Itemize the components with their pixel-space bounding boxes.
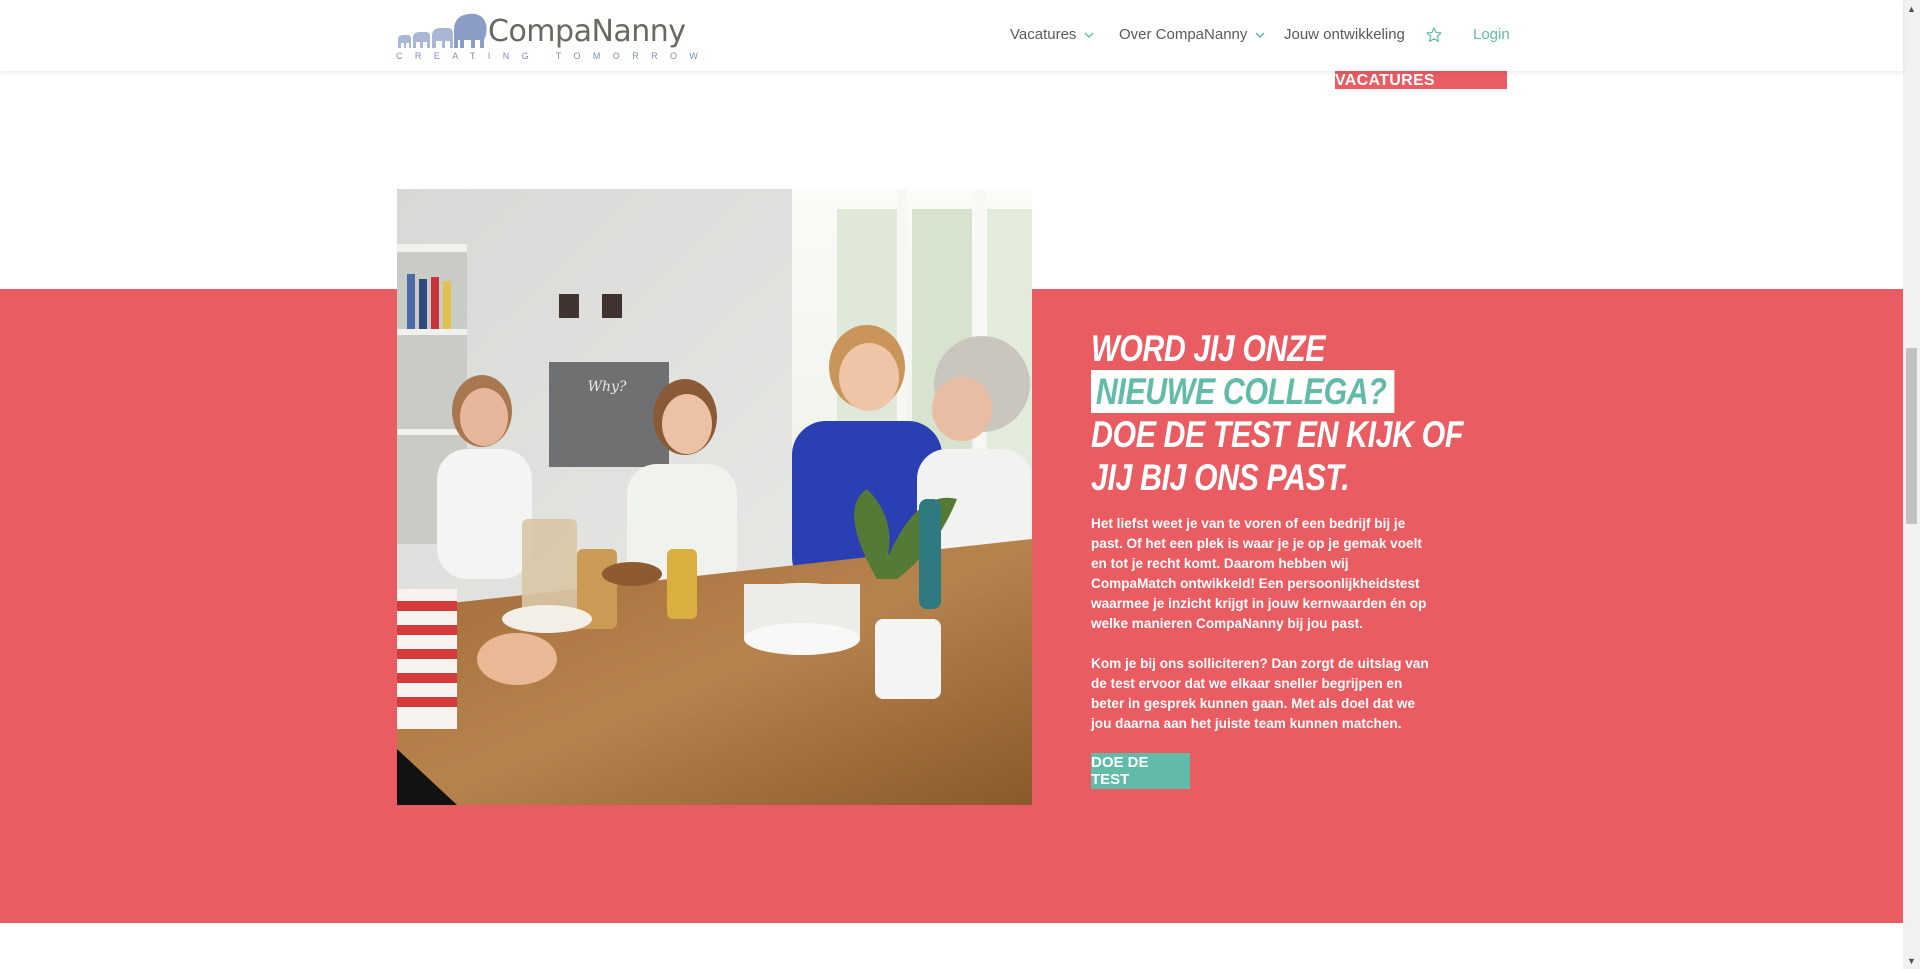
elephant-logo-icon <box>398 13 487 48</box>
headline-highlight: NIEUWE COLLEGA? <box>1091 370 1395 413</box>
nav-item-jouw-ontwikkeling[interactable]: Jouw ontwikkeling <box>1284 26 1405 43</box>
collega-headline: WORD JIJ ONZE NIEUWE COLLEGA? DOE DE TES… <box>1091 327 1463 499</box>
nav-item-over-companny[interactable]: Over CompaNanny <box>1119 26 1267 43</box>
scroll-up-arrow-icon[interactable]: ▲ <box>1903 0 1920 17</box>
nav-item-label: Jouw ontwikkeling <box>1284 26 1405 43</box>
headline-line: WORD JIJ ONZE <box>1091 328 1326 369</box>
headline-line: DOE DE TEST EN KIJK OF <box>1091 414 1463 455</box>
nav-item-label: Vacatures <box>1010 26 1077 43</box>
star-icon[interactable] <box>1425 26 1443 44</box>
nav-item-label: Over CompaNanny <box>1119 26 1248 43</box>
scroll-down-arrow-icon[interactable]: ▼ <box>1903 952 1920 969</box>
logo[interactable]: CompaNanny CREATING TOMORROW <box>396 10 711 64</box>
scrollbar-thumb[interactable] <box>1906 348 1917 524</box>
sollicitatie-paragraph: Kom je bij ons solliciteren? Dan zorgt d… <box>1091 656 1429 731</box>
chevron-down-icon <box>1255 31 1265 38</box>
headline-line: JIJ BIJ ONS PAST. <box>1091 457 1350 498</box>
vertical-scrollbar[interactable]: ▲ ▼ <box>1903 0 1920 969</box>
nav-item-vacatures[interactable]: Vacatures <box>1010 26 1096 43</box>
intro-paragraph: Het liefst weet je van te voren of een b… <box>1091 516 1427 631</box>
svg-text:Why?: Why? <box>588 379 627 395</box>
team-photo: Why? <box>397 189 1032 805</box>
doe-de-test-button[interactable]: DOE DE TEST <box>1091 753 1190 789</box>
chevron-down-icon <box>1084 31 1094 38</box>
login-label: Login <box>1473 26 1510 43</box>
brand-tagline: CREATING TOMORROW <box>396 51 711 61</box>
page: CompaNanny CREATING TOMORROW Vacatures O… <box>0 0 1920 969</box>
brand-name: CompaNanny <box>488 14 686 49</box>
site-header: CompaNanny CREATING TOMORROW Vacatures O… <box>0 0 1903 71</box>
login-link[interactable]: Login <box>1473 26 1510 43</box>
